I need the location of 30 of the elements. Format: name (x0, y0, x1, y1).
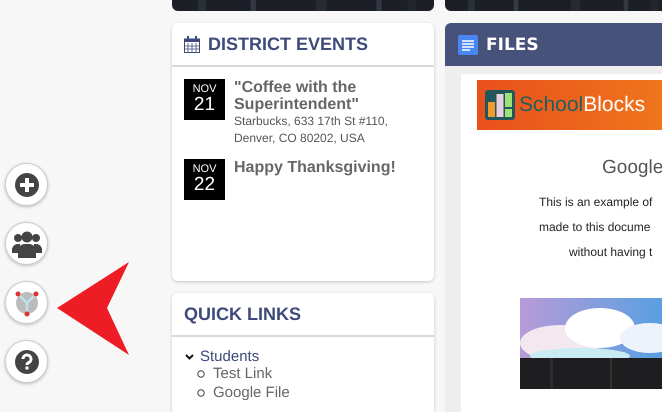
blocks-logo-icon (485, 90, 515, 120)
network-button[interactable] (5, 281, 48, 324)
document-text: without having t (569, 244, 654, 261)
add-button[interactable] (5, 163, 48, 206)
date-badge: NOV 21 (184, 79, 225, 120)
banner-logo-text: SchoolBlocks (519, 93, 646, 117)
quick-link[interactable]: Test Link (213, 365, 272, 382)
date-badge: NOV 22 (184, 159, 225, 200)
group-button[interactable] (5, 222, 48, 265)
card-title: QUICK LINKS (184, 304, 301, 325)
document-text: This is an example of (539, 194, 654, 211)
help-icon (14, 350, 38, 374)
event-title[interactable]: Happy Thanksgiving! (234, 159, 396, 176)
bullet-icon (197, 370, 205, 378)
network-icon (14, 288, 40, 316)
add-icon (14, 172, 38, 196)
calendar-icon (184, 36, 200, 53)
link-group[interactable]: Students (200, 348, 260, 365)
document-heading: Google (602, 157, 662, 179)
document-icon (458, 34, 478, 54)
quick-link[interactable]: Google File (213, 384, 290, 401)
card-title: DISTRICT EVENTS (208, 34, 368, 55)
group-icon (12, 230, 42, 258)
event-location: Starbucks, 633 17th St #110, Denver, CO 80202, USA (234, 113, 389, 147)
event-title[interactable]: "Coffee with the Superintendent" (234, 79, 422, 113)
help-button[interactable] (5, 340, 48, 383)
bullet-icon (197, 388, 205, 396)
chevron-icon[interactable] (185, 354, 194, 360)
card-title: FILES (486, 34, 539, 54)
document-text: made to this docume (539, 219, 652, 236)
